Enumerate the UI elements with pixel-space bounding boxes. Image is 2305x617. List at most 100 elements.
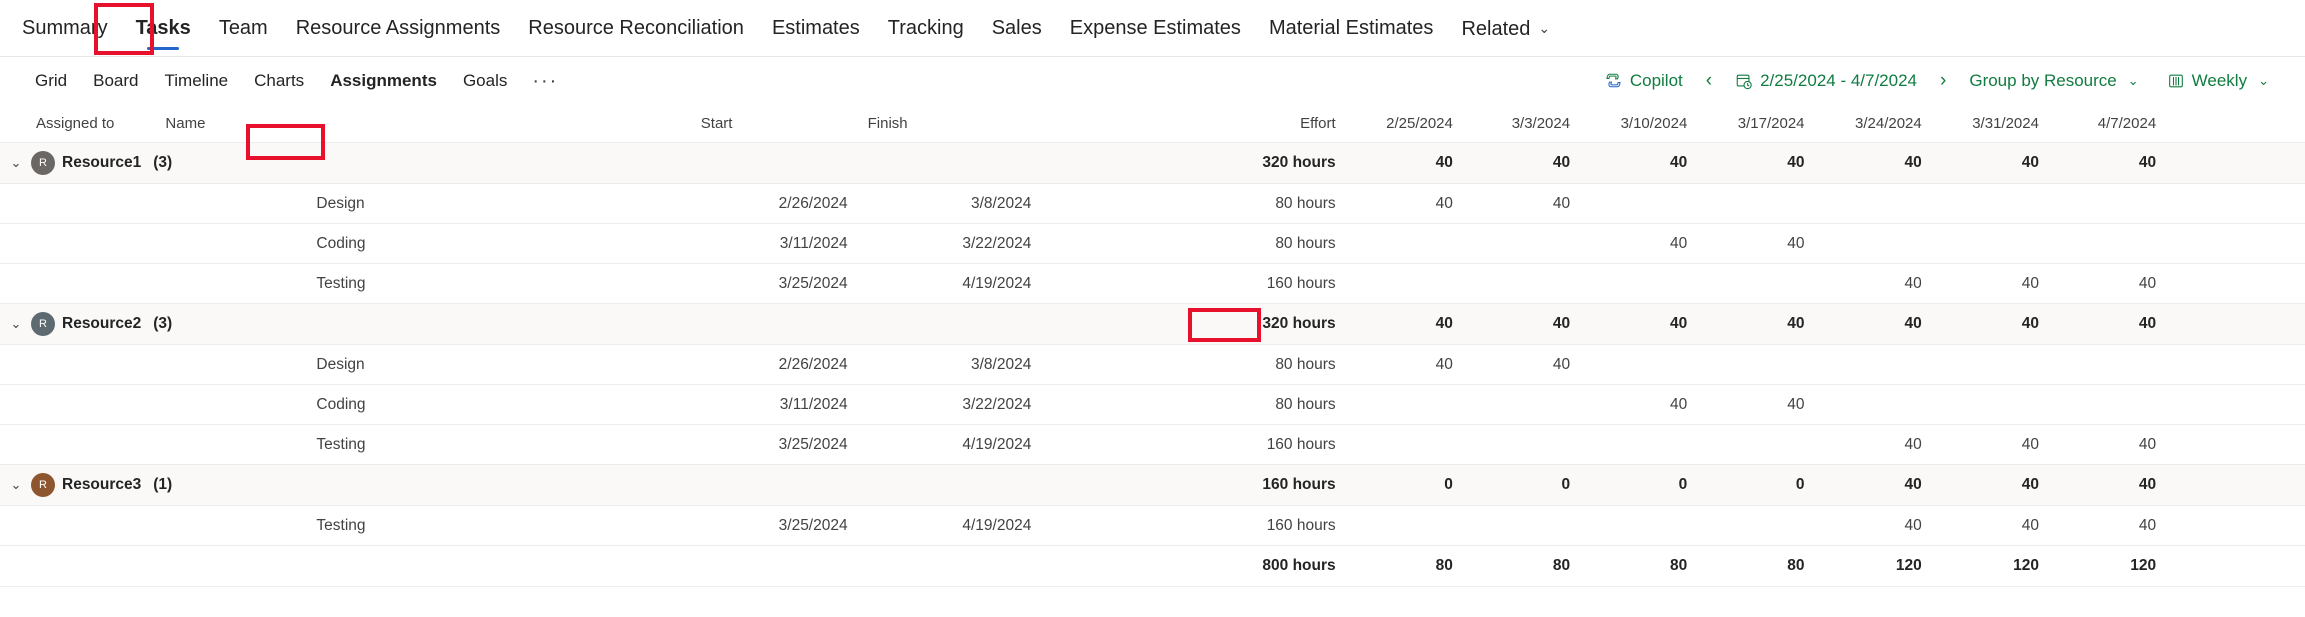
- group-week-cell[interactable]: 40: [1822, 303, 1940, 345]
- group-week-cell[interactable]: 0: [1705, 464, 1823, 506]
- task-finish-cell[interactable]: 3/8/2024: [865, 344, 1050, 385]
- group-week-cell[interactable]: 0: [1588, 464, 1706, 506]
- column-header-start[interactable]: Start: [698, 104, 866, 143]
- subnav-item-board[interactable]: Board: [80, 71, 151, 91]
- task-row[interactable]: Coding 3/11/2024 3/22/2024 80 hours 40 40: [0, 384, 2305, 425]
- column-header-finish[interactable]: Finish: [865, 104, 1050, 143]
- group-week-cell[interactable]: 40: [1939, 464, 2057, 506]
- previous-period-button[interactable]: ‹: [1697, 71, 1721, 90]
- topnav-item-tracking[interactable]: Tracking: [874, 0, 978, 56]
- resource-group-row[interactable]: ⌄ R Resource2 (3) 320 hours 40 40 40 40 40 40 40: [0, 303, 2305, 345]
- task-week-cell[interactable]: 40: [1470, 344, 1589, 385]
- topnav-item-team[interactable]: Team: [205, 0, 282, 56]
- task-week-cell[interactable]: [1822, 344, 1940, 385]
- task-effort-cell[interactable]: 80 hours: [1207, 183, 1354, 224]
- task-effort-cell[interactable]: 160 hours: [1207, 424, 1354, 465]
- group-by-dropdown[interactable]: Group by Resource ⌄: [1955, 67, 2152, 95]
- topnav-item-resource-reconciliation[interactable]: Resource Reconciliation: [514, 0, 758, 56]
- task-start-cell[interactable]: 3/11/2024: [698, 223, 866, 264]
- task-week-cell[interactable]: [1822, 384, 1940, 425]
- task-finish-cell[interactable]: 3/8/2024: [865, 183, 1050, 224]
- group-week-cell[interactable]: 40: [1822, 464, 1940, 506]
- group-week-cell[interactable]: 40: [1705, 142, 1823, 184]
- group-week-cell[interactable]: 40: [1470, 142, 1589, 184]
- subnav-item-assignments[interactable]: Assignments: [317, 71, 450, 91]
- task-week-cell[interactable]: [1939, 344, 2057, 385]
- task-week-cell[interactable]: 40: [1822, 424, 1940, 465]
- task-week-cell[interactable]: [1705, 263, 1823, 304]
- task-week-cell[interactable]: 40: [1939, 505, 2057, 546]
- column-header-effort[interactable]: Effort: [1207, 104, 1354, 143]
- group-week-cell[interactable]: 40: [1705, 303, 1823, 345]
- subnav-item-timeline[interactable]: Timeline: [152, 71, 242, 91]
- chevron-down-icon[interactable]: ⌄: [8, 316, 24, 332]
- time-scale-dropdown[interactable]: Weekly ⌄: [2153, 67, 2283, 95]
- task-finish-cell[interactable]: 3/22/2024: [865, 223, 1050, 264]
- column-header-week-7[interactable]: 4/7/2024: [2056, 104, 2175, 143]
- topnav-item-summary[interactable]: Summary: [8, 0, 122, 56]
- task-row[interactable]: Design 2/26/2024 3/8/2024 80 hours 40 40: [0, 344, 2305, 385]
- task-week-cell[interactable]: [1939, 223, 2057, 264]
- task-week-cell[interactable]: [2056, 384, 2175, 425]
- task-week-cell[interactable]: 40: [1822, 505, 1940, 546]
- group-week-cell[interactable]: 40: [1939, 142, 2057, 184]
- task-effort-cell[interactable]: 80 hours: [1207, 223, 1354, 264]
- task-week-cell[interactable]: [1588, 344, 1706, 385]
- task-week-cell[interactable]: [2056, 183, 2175, 224]
- task-week-cell[interactable]: [1588, 183, 1706, 224]
- column-header-assigned-to[interactable]: Assigned to: [0, 104, 164, 143]
- task-name-cell[interactable]: Testing: [163, 263, 699, 304]
- task-start-cell[interactable]: 3/25/2024: [698, 505, 866, 546]
- topnav-item-resource-assignments[interactable]: Resource Assignments: [282, 0, 515, 56]
- task-start-cell[interactable]: 2/26/2024: [698, 183, 866, 224]
- task-week-cell[interactable]: 40: [1353, 183, 1471, 224]
- group-week-cell[interactable]: 40: [1588, 303, 1706, 345]
- column-header-week-1[interactable]: 2/25/2024: [1353, 104, 1471, 143]
- group-week-cell[interactable]: 40: [1353, 303, 1471, 345]
- task-week-cell[interactable]: [1705, 344, 1823, 385]
- task-week-cell[interactable]: [1939, 183, 2057, 224]
- task-week-cell[interactable]: [1705, 183, 1823, 224]
- group-week-cell[interactable]: 40: [1939, 303, 2057, 345]
- task-name-cell[interactable]: Design: [163, 183, 699, 224]
- task-name-cell[interactable]: Testing: [163, 505, 699, 546]
- column-header-week-6[interactable]: 3/31/2024: [1939, 104, 2057, 143]
- task-week-cell[interactable]: [2056, 223, 2175, 264]
- task-finish-cell[interactable]: 3/22/2024: [865, 384, 1050, 425]
- task-finish-cell[interactable]: 4/19/2024: [865, 424, 1050, 465]
- task-name-cell[interactable]: Coding: [163, 384, 699, 425]
- task-week-cell[interactable]: 40: [1939, 263, 2057, 304]
- task-week-cell[interactable]: 40: [2056, 263, 2175, 304]
- resource-group-row[interactable]: ⌄ R Resource1 (3) 320 hours 40 40 40 40 40 40 40: [0, 142, 2305, 184]
- column-header-week-3[interactable]: 3/10/2024: [1588, 104, 1706, 143]
- group-week-cell[interactable]: 40: [1353, 142, 1471, 184]
- task-week-cell[interactable]: 40: [1470, 183, 1589, 224]
- task-effort-cell[interactable]: 160 hours: [1207, 263, 1354, 304]
- group-week-cell[interactable]: 40: [2056, 303, 2175, 345]
- task-effort-cell[interactable]: 80 hours: [1207, 384, 1354, 425]
- task-row[interactable]: Design 2/26/2024 3/8/2024 80 hours 40 40: [0, 183, 2305, 224]
- task-week-cell[interactable]: 40: [2056, 505, 2175, 546]
- task-name-cell[interactable]: Testing: [163, 424, 699, 465]
- task-week-cell[interactable]: 40: [1822, 263, 1940, 304]
- column-header-name[interactable]: Name: [163, 104, 491, 143]
- next-period-button[interactable]: ›: [1931, 71, 1955, 90]
- copilot-button[interactable]: Copilot: [1590, 67, 1697, 95]
- task-week-cell[interactable]: 40: [1588, 384, 1706, 425]
- group-week-cell[interactable]: 0: [1470, 464, 1589, 506]
- task-week-cell[interactable]: [1588, 424, 1706, 465]
- resource-group-row[interactable]: ⌄ R Resource3 (1) 160 hours 0 0 0 0 40 40 40: [0, 464, 2305, 506]
- task-week-cell[interactable]: [1353, 505, 1471, 546]
- task-row[interactable]: Testing 3/25/2024 4/19/2024 160 hours 40 40 40: [0, 505, 2305, 546]
- task-week-cell[interactable]: [1353, 384, 1471, 425]
- task-week-cell[interactable]: [1822, 223, 1940, 264]
- task-week-cell[interactable]: [1353, 223, 1471, 264]
- task-week-cell[interactable]: [1939, 384, 2057, 425]
- task-finish-cell[interactable]: 4/19/2024: [865, 263, 1050, 304]
- chevron-down-icon[interactable]: ⌄: [8, 477, 24, 493]
- task-week-cell[interactable]: [1822, 183, 1940, 224]
- group-week-cell[interactable]: 40: [2056, 464, 2175, 506]
- column-header-week-2[interactable]: 3/3/2024: [1470, 104, 1589, 143]
- group-week-cell[interactable]: 40: [2056, 142, 2175, 184]
- subnav-item-charts[interactable]: Charts: [241, 71, 317, 91]
